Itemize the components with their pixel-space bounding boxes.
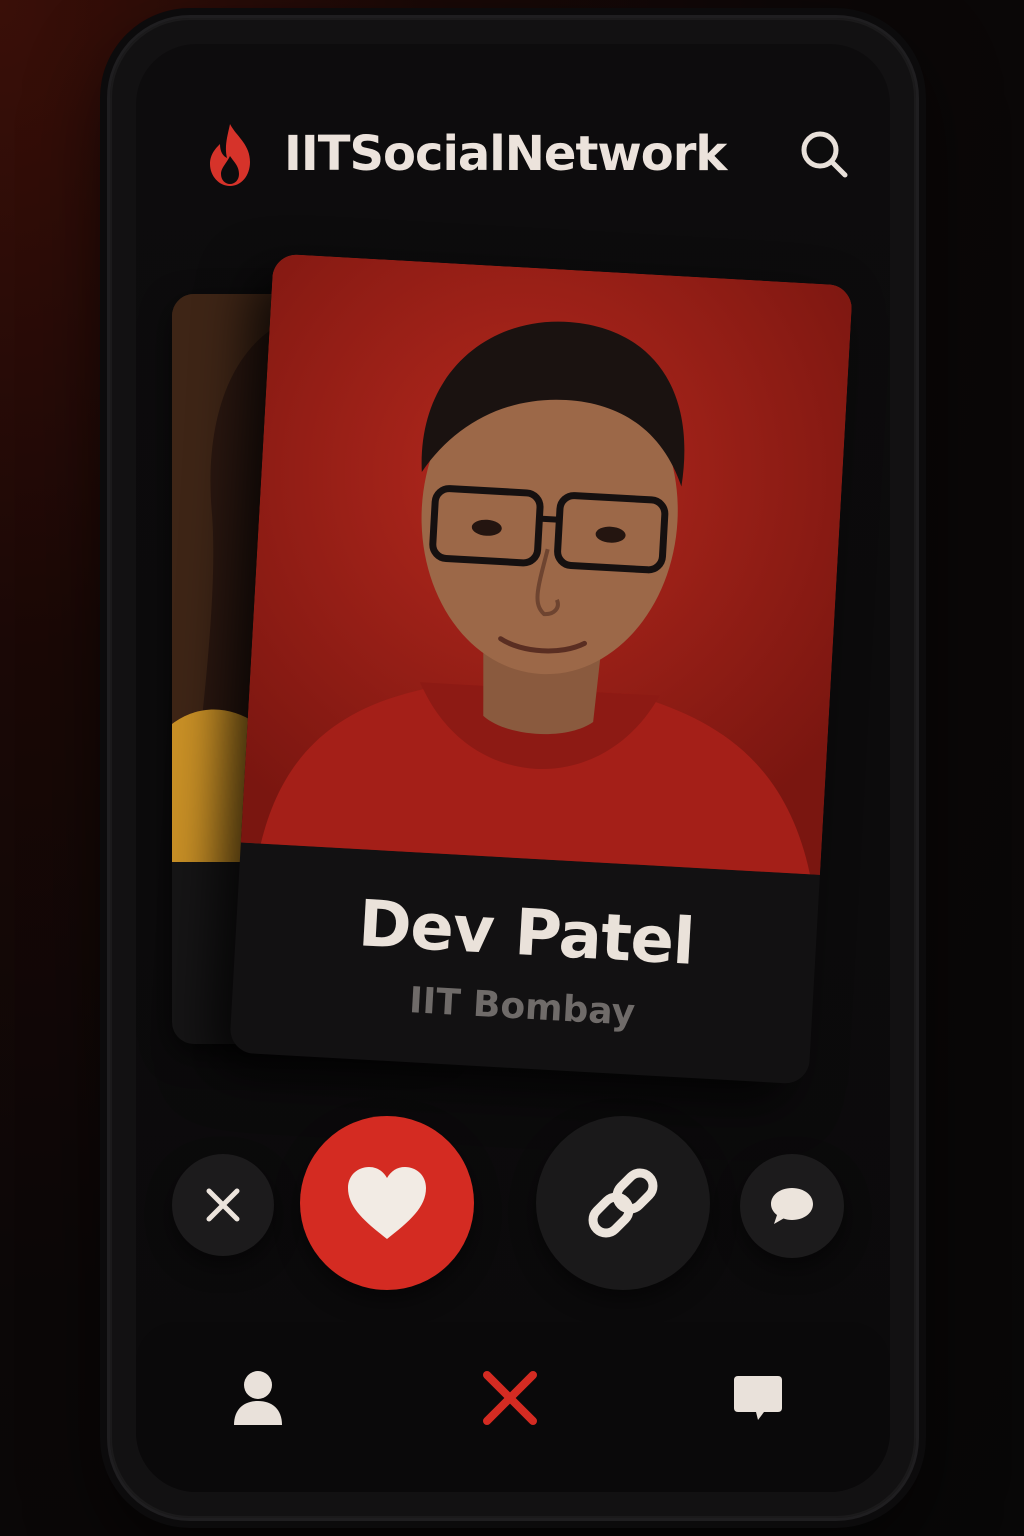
link-icon: [588, 1168, 658, 1238]
close-icon: [206, 1188, 240, 1222]
app-title: IITSocialNetwork: [284, 126, 727, 182]
heart-icon: [348, 1167, 426, 1239]
profile-photo: [240, 253, 853, 875]
profile-card[interactable]: Dev Patel IIT Bombay: [229, 253, 853, 1085]
bottom-nav: [136, 1322, 890, 1492]
profile-name: Dev Patel: [356, 887, 696, 980]
nav-chats[interactable]: [726, 1366, 790, 1430]
app-header: IITSocialNetwork: [136, 114, 890, 204]
person-icon: [234, 1371, 282, 1425]
nav-profile[interactable]: [226, 1366, 290, 1430]
flame-icon: [210, 124, 250, 186]
nav-home[interactable]: [478, 1366, 542, 1430]
dismiss-button[interactable]: [172, 1154, 274, 1256]
connect-button[interactable]: [536, 1116, 710, 1290]
chat-icon: [734, 1376, 782, 1420]
like-button[interactable]: [300, 1116, 474, 1290]
app-screen: IITSocialNetwork Dev Patel IIT Bombay: [136, 44, 890, 1492]
search-icon[interactable]: [798, 128, 850, 180]
phone-frame: IITSocialNetwork Dev Patel IIT Bombay: [110, 18, 916, 1518]
chat-bubble-icon: [771, 1188, 813, 1224]
action-bar: [136, 1114, 890, 1294]
message-button[interactable]: [740, 1154, 844, 1258]
x-logo-icon: [483, 1371, 537, 1425]
